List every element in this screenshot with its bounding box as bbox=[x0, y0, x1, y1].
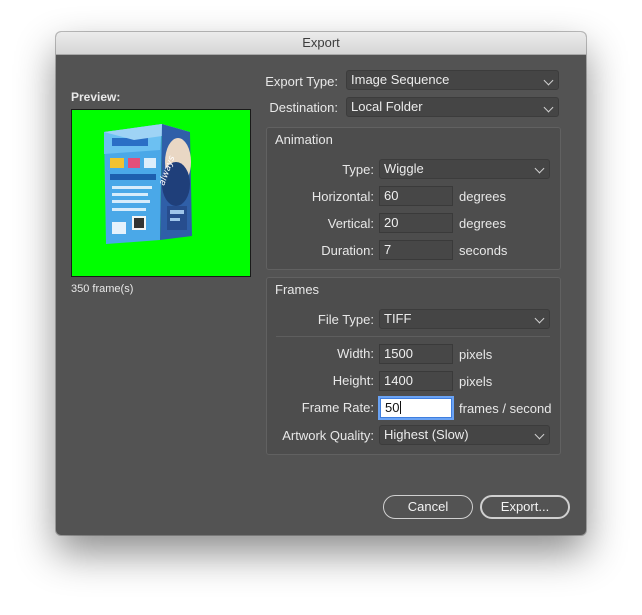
duration-label: Duration: bbox=[321, 243, 374, 258]
duration-unit: seconds bbox=[459, 243, 508, 258]
animation-type-select[interactable]: Wiggle bbox=[379, 159, 550, 179]
export-type-label: Export Type: bbox=[265, 74, 338, 89]
vertical-label: Vertical: bbox=[327, 216, 374, 231]
chevron-down-icon bbox=[534, 313, 545, 324]
chevron-down-icon bbox=[534, 163, 545, 174]
width-label: Width: bbox=[337, 346, 374, 361]
preview-image: always bbox=[71, 109, 251, 277]
frame-rate-input[interactable]: 50 bbox=[380, 398, 452, 418]
animation-type-value: Wiggle bbox=[384, 161, 424, 176]
export-button[interactable]: Export... bbox=[480, 495, 570, 519]
window-title: Export bbox=[56, 32, 586, 55]
file-type-label: File Type: bbox=[317, 312, 374, 327]
horizontal-label: Horizontal: bbox=[311, 189, 374, 204]
width-unit: pixels bbox=[459, 347, 493, 362]
frames-divider bbox=[276, 336, 550, 337]
destination-value: Local Folder bbox=[351, 99, 423, 114]
chevron-down-icon bbox=[543, 75, 554, 86]
artwork-quality-label: Artwork Quality: bbox=[282, 428, 374, 443]
preview-label: Preview: bbox=[71, 90, 121, 104]
height-unit: pixels bbox=[459, 374, 493, 389]
artwork-quality-value: Highest (Slow) bbox=[384, 427, 469, 442]
destination-select[interactable]: Local Folder bbox=[346, 97, 559, 117]
horizontal-input[interactable]: 60 bbox=[379, 186, 453, 206]
export-dialog: Export Preview: always 350 frame(s) Expo… bbox=[56, 32, 586, 535]
chevron-down-icon bbox=[543, 102, 554, 113]
vertical-unit: degrees bbox=[459, 216, 506, 231]
frame-rate-unit: frames / second bbox=[459, 401, 552, 416]
frames-title: Frames bbox=[275, 282, 320, 297]
frame-count: 350 frame(s) bbox=[71, 283, 134, 295]
artwork-quality-select[interactable]: Highest (Slow) bbox=[379, 425, 550, 445]
height-input[interactable]: 1400 bbox=[379, 371, 453, 391]
product-box-image: always bbox=[104, 124, 192, 244]
export-type-select[interactable]: Image Sequence bbox=[346, 70, 559, 90]
export-type-value: Image Sequence bbox=[351, 72, 450, 87]
horizontal-unit: degrees bbox=[459, 189, 506, 204]
animation-title: Animation bbox=[275, 132, 333, 147]
destination-label: Destination: bbox=[269, 100, 338, 115]
width-input[interactable]: 1500 bbox=[379, 344, 453, 364]
file-type-select[interactable]: TIFF bbox=[379, 309, 550, 329]
cancel-button[interactable]: Cancel bbox=[383, 495, 473, 519]
height-label: Height: bbox=[332, 373, 374, 388]
vertical-input[interactable]: 20 bbox=[379, 213, 453, 233]
chevron-down-icon bbox=[534, 429, 545, 440]
frame-rate-value: 50 bbox=[385, 400, 400, 415]
animation-type-label: Type: bbox=[342, 162, 374, 177]
duration-input[interactable]: 7 bbox=[379, 240, 453, 260]
text-caret bbox=[400, 401, 402, 414]
frame-rate-label: Frame Rate: bbox=[301, 400, 374, 415]
file-type-value: TIFF bbox=[384, 311, 412, 326]
